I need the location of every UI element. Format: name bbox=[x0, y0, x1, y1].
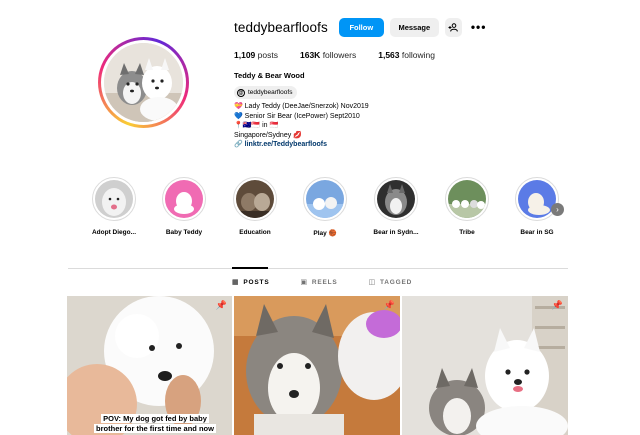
message-button[interactable]: Message bbox=[389, 17, 439, 37]
following-count: 1,563 bbox=[378, 50, 400, 60]
link-icon: 🔗 bbox=[234, 141, 243, 149]
highlight-cover bbox=[95, 180, 133, 218]
highlight-cover-frame bbox=[162, 177, 206, 221]
reels-icon: ▣ bbox=[300, 279, 308, 286]
follow-button[interactable]: Follow bbox=[338, 17, 384, 37]
profile-full-name: Teddy & Bear Wood bbox=[234, 71, 305, 80]
posts-count: 1,109 bbox=[234, 50, 256, 60]
highlight-label: Bear in SG bbox=[520, 229, 554, 236]
pin-icon: 📌 bbox=[215, 300, 227, 310]
highlight-item[interactable]: Bear in Sydn... bbox=[366, 177, 426, 236]
highlight-cover-frame bbox=[233, 177, 277, 221]
highlight-cover-frame bbox=[303, 177, 347, 221]
highlight-cover bbox=[518, 180, 556, 218]
following-label: following bbox=[401, 50, 435, 60]
suggest-accounts-button[interactable] bbox=[444, 17, 462, 37]
chevron-right-icon: › bbox=[556, 205, 559, 214]
profile-tabs: ▦ POSTS ▣ REELS ◫ TAGGED bbox=[232, 278, 443, 287]
bio-line: 💙 Senior Sir Bear (IcePower) Sept2010 bbox=[234, 112, 360, 120]
threads-icon: @ bbox=[237, 88, 245, 97]
active-tab-indicator bbox=[232, 267, 268, 269]
post-caption-overlay: POV: My dog got fed by baby brother for … bbox=[94, 414, 216, 434]
highlight-item[interactable]: Tribe bbox=[437, 177, 497, 236]
highlight-item[interactable]: Baby Teddy bbox=[154, 177, 214, 236]
post-tile[interactable]: 📌 bbox=[402, 296, 568, 435]
highlight-cover-frame bbox=[374, 177, 418, 221]
bio-line: Singapore/Sydney 💋 bbox=[234, 131, 302, 139]
posts-stat: 1,109 posts bbox=[234, 50, 278, 60]
tab-posts[interactable]: ▦ POSTS bbox=[232, 278, 270, 287]
highlight-cover-frame bbox=[445, 177, 489, 221]
highlight-label: Bear in Sydn... bbox=[373, 229, 419, 236]
post-tile[interactable]: 📌 bbox=[234, 296, 400, 435]
add-user-icon bbox=[448, 22, 459, 32]
profile-bio: 💝 Lady Teddy (DeeJae/Snerzok) Nov2019 💙 … bbox=[234, 102, 369, 150]
avatar-photo bbox=[104, 43, 183, 122]
profile-header-row: teddybearfloofs Follow Message ••• bbox=[234, 17, 486, 37]
highlight-item[interactable]: Play 🏀 bbox=[295, 177, 355, 237]
post-image bbox=[402, 296, 568, 435]
pin-icon: 📌 bbox=[383, 300, 395, 310]
profile-username: teddybearfloofs bbox=[234, 19, 328, 35]
highlight-cover bbox=[448, 180, 486, 218]
highlight-label: Baby Teddy bbox=[165, 229, 203, 236]
tab-tagged[interactable]: ◫ TAGGED bbox=[368, 278, 413, 287]
followers-stat[interactable]: 163K followers bbox=[300, 50, 356, 60]
post-caption: POV: My dog got fed by baby brother for … bbox=[94, 414, 216, 433]
tabs-divider bbox=[68, 268, 568, 269]
threads-badge[interactable]: @ teddybearfloofs bbox=[234, 86, 298, 99]
highlight-item[interactable]: Education bbox=[225, 177, 285, 236]
avatar[interactable] bbox=[104, 43, 183, 122]
following-stat[interactable]: 1,563 following bbox=[378, 50, 435, 60]
tab-label: REELS bbox=[311, 278, 338, 286]
bio-line: 💝 Lady Teddy (DeeJae/Snerzok) Nov2019 bbox=[234, 103, 369, 110]
tab-label: TAGGED bbox=[379, 278, 413, 286]
bio-link-row[interactable]: 🔗 linktr.ee/Teddybearfloofs bbox=[234, 140, 369, 150]
highlight-cover bbox=[236, 180, 274, 218]
followers-label: followers bbox=[322, 50, 357, 60]
profile-avatar-ring[interactable] bbox=[98, 37, 189, 128]
story-highlights: Adopt Diego... Baby Teddy Education Play… bbox=[84, 177, 564, 241]
highlights-next-button[interactable]: › bbox=[551, 203, 564, 216]
grid-icon: ▦ bbox=[232, 279, 240, 286]
highlight-label: Tribe bbox=[459, 229, 475, 236]
post-tile[interactable]: 📌 POV: My dog got fed by baby brother fo… bbox=[67, 296, 232, 435]
tagged-icon: ◫ bbox=[368, 279, 376, 286]
tab-label: POSTS bbox=[243, 278, 270, 286]
highlight-label: Education bbox=[239, 229, 271, 236]
threads-handle: teddybearfloofs bbox=[248, 89, 293, 96]
post-image bbox=[234, 296, 400, 435]
profile-stats: 1,109 posts 163K followers 1,563 followi… bbox=[234, 50, 457, 60]
posts-label: posts bbox=[257, 50, 278, 60]
highlight-item[interactable]: Adopt Diego... bbox=[84, 177, 144, 236]
tab-reels[interactable]: ▣ REELS bbox=[300, 278, 338, 287]
highlight-cover bbox=[165, 180, 203, 218]
followers-count: 163K bbox=[299, 50, 321, 60]
highlight-label: Adopt Diego... bbox=[91, 229, 137, 236]
highlight-label: Play 🏀 bbox=[313, 230, 337, 237]
highlight-cover bbox=[377, 180, 415, 218]
bio-link[interactable]: linktr.ee/Teddybearfloofs bbox=[245, 141, 327, 148]
highlight-cover-frame bbox=[92, 177, 136, 221]
more-options-icon[interactable]: ••• bbox=[471, 20, 487, 34]
highlight-cover bbox=[306, 180, 344, 218]
avatar-frame bbox=[101, 40, 186, 125]
pin-icon: 📌 bbox=[551, 300, 563, 310]
bio-line: 📍🇦🇺🇸🇬 in 🇸🇬 bbox=[234, 122, 279, 130]
